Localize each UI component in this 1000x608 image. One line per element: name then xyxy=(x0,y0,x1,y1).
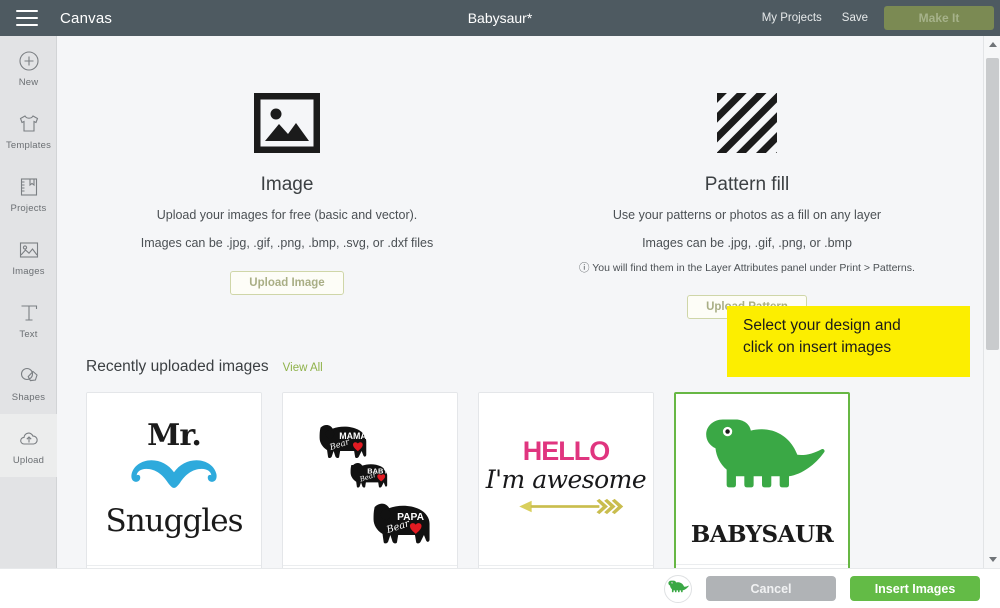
artwork-text-top: Mr. xyxy=(147,418,202,453)
sidebar-item-projects[interactable]: Projects xyxy=(0,162,57,225)
upload-cloud-icon xyxy=(16,426,42,452)
upload-card-bear-family[interactable]: MAMA Bear BABY Bear PAPA Bear xyxy=(282,392,458,568)
hamburger-menu-icon[interactable] xyxy=(16,10,38,26)
pattern-option-line1: Use your patterns or photos as a fill on… xyxy=(612,208,882,222)
cricut-design-space-window: Canvas Babysaur* My Projects Save Make I… xyxy=(0,0,1000,608)
image-frame-icon xyxy=(57,92,517,154)
pattern-option-note: You will find them in the Layer Attribut… xyxy=(592,262,915,275)
top-bar: Canvas Babysaur* My Projects Save Make I… xyxy=(0,0,1000,36)
scroll-up-arrow-icon[interactable] xyxy=(984,36,1000,53)
pattern-option-title: Pattern fill xyxy=(704,174,790,195)
sidebar-item-label: Upload xyxy=(12,454,45,466)
info-circle-icon: ⓘ xyxy=(579,262,590,275)
pattern-fill-option: Pattern fill Use your patterns or photos… xyxy=(517,36,977,320)
scrollbar-thumb[interactable] xyxy=(986,58,999,350)
recent-uploads-grid: Mr. Snuggles Uploaded xyxy=(86,392,850,568)
sidebar-item-label: Images xyxy=(12,265,45,277)
top-bar-actions: My Projects Save Make It xyxy=(752,0,1000,36)
canvas-label: Canvas xyxy=(60,9,113,27)
upload-image-button[interactable]: Upload Image xyxy=(230,271,344,296)
image-option-line1: Upload your images for free (basic and v… xyxy=(156,208,418,222)
upload-image-button-wrap: Upload Image xyxy=(57,271,517,296)
make-it-button[interactable]: Make It xyxy=(884,6,994,30)
card-artwork: HELLO I'm awesome xyxy=(479,393,653,565)
image-option-title: Image xyxy=(260,174,314,195)
save-button[interactable]: Save xyxy=(832,12,878,24)
artwork-text-bottom: I'm awesome xyxy=(485,464,647,494)
sidebar-item-label: New xyxy=(18,76,39,88)
left-sidebar: New Templates Projects Images Text Shape… xyxy=(0,36,57,568)
book-icon xyxy=(16,174,42,200)
sidebar-item-label: Shapes xyxy=(11,391,46,403)
upload-card-babysaur[interactable]: BABYSAUR Uploaded xyxy=(674,392,850,568)
annotation-line-1: Select your design and xyxy=(743,317,901,334)
bottom-action-bar: Cancel Insert Images xyxy=(0,568,1000,608)
upload-panel: Image Upload your images for free (basic… xyxy=(57,36,1000,568)
sidebar-item-label: Text xyxy=(19,328,38,340)
sidebar-item-label: Templates xyxy=(5,139,52,151)
image-upload-option: Image Upload your images for free (basic… xyxy=(57,36,517,320)
plus-circle-icon xyxy=(16,48,42,74)
pattern-option-line2: Images can be .jpg, .gif, .png, or .bmp xyxy=(642,235,852,250)
selected-dino-thumbnail xyxy=(664,574,692,603)
artwork-text-bottom: Snuggles xyxy=(105,503,243,539)
artwork-text-bottom: BABYSAUR xyxy=(690,521,834,548)
card-artwork: Mr. Snuggles xyxy=(87,393,261,565)
recent-uploads-header: Recently uploaded images View All xyxy=(86,358,323,376)
annotation-line-2: click on insert images xyxy=(743,339,892,356)
tshirt-icon xyxy=(16,111,42,137)
dinosaur-icon xyxy=(668,580,689,593)
instruction-annotation: Select your design and click on insert i… xyxy=(727,306,970,377)
sidebar-item-label: Projects xyxy=(10,202,47,214)
text-t-icon xyxy=(16,300,42,326)
sidebar-item-templates[interactable]: Templates xyxy=(0,99,57,162)
insert-images-button[interactable]: Insert Images xyxy=(850,576,980,601)
dinosaur-icon xyxy=(706,419,825,488)
upload-card-hello-im-awesome[interactable]: HELLO I'm awesome xyxy=(478,392,654,568)
cancel-button[interactable]: Cancel xyxy=(706,576,836,601)
sidebar-item-new[interactable]: New xyxy=(0,36,57,99)
upload-card-mr-snuggles[interactable]: Mr. Snuggles Uploaded xyxy=(86,392,262,568)
view-all-link[interactable]: View All xyxy=(283,362,323,374)
my-projects-link[interactable]: My Projects xyxy=(752,12,832,24)
scroll-down-arrow-icon[interactable] xyxy=(984,551,1000,568)
mustache-icon xyxy=(131,460,217,488)
sidebar-item-images[interactable]: Images xyxy=(0,225,57,288)
card-artwork: BABYSAUR xyxy=(676,394,848,564)
bear-family-artwork: MAMA Bear BABY Bear PAPA Bear xyxy=(319,424,430,544)
arrow-icon xyxy=(519,498,624,514)
sidebar-item-shapes[interactable]: Shapes xyxy=(0,351,57,414)
artwork-text-top: HELLO xyxy=(522,435,611,466)
image-option-line2: Images can be .jpg, .gif, .png, .bmp, .s… xyxy=(140,235,434,250)
recent-uploads-title: Recently uploaded images xyxy=(86,358,269,375)
shapes-icon xyxy=(16,363,42,389)
card-artwork: MAMA Bear BABY Bear PAPA Bear xyxy=(283,393,457,565)
sidebar-item-upload[interactable]: Upload xyxy=(0,414,57,477)
pattern-option-note-row: ⓘ You will find them in the Layer Attrib… xyxy=(517,262,977,275)
panel-scrollbar[interactable] xyxy=(983,36,1000,568)
sidebar-item-text[interactable]: Text xyxy=(0,288,57,351)
diagonal-stripes-icon xyxy=(517,92,977,154)
upload-options-row: Image Upload your images for free (basic… xyxy=(57,36,977,320)
image-icon xyxy=(16,237,42,263)
